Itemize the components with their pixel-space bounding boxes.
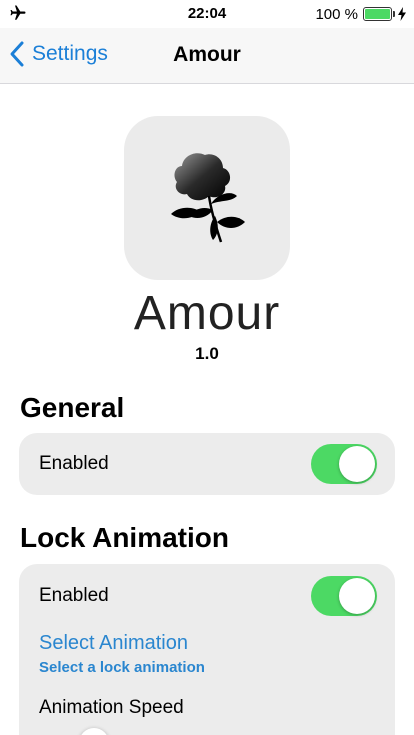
app-name: Amour [133,287,281,340]
select-animation-link[interactable]: Select Animation [39,632,188,655]
animation-speed-label: Animation Speed [39,697,184,718]
battery-level-fill [365,9,390,19]
battery-percent: 100 % [315,5,358,23]
navigation-bar: Settings Amour [0,28,414,84]
section-title-general: General [20,392,125,423]
status-bar: 22:04 100 % [0,0,414,28]
rose-icon [171,153,245,243]
lock-animation-enabled-toggle[interactable] [311,576,377,616]
battery-icon [363,7,395,21]
charging-bolt-icon [398,7,406,21]
page-title: Amour [173,43,241,66]
general-card: Enabled [19,433,395,495]
toggle-knob [339,446,375,482]
app-version: 1.0 [195,344,219,363]
toggle-knob [339,578,375,614]
select-animation-subtitle[interactable]: Select a lock animation [39,659,205,676]
lock-animation-enabled-label: Enabled [39,585,109,606]
settings-content: Amour 1.0 General Enabled Lock Animation… [0,84,414,735]
general-enabled-toggle[interactable] [311,444,377,484]
section-title-lock-animation: Lock Animation [20,522,229,553]
lock-animation-card: Enabled Select Animation Select a lock a… [19,564,395,735]
animation-speed-slider-knob[interactable] [79,728,109,735]
app-icon [124,116,290,280]
general-enabled-label: Enabled [39,453,109,474]
